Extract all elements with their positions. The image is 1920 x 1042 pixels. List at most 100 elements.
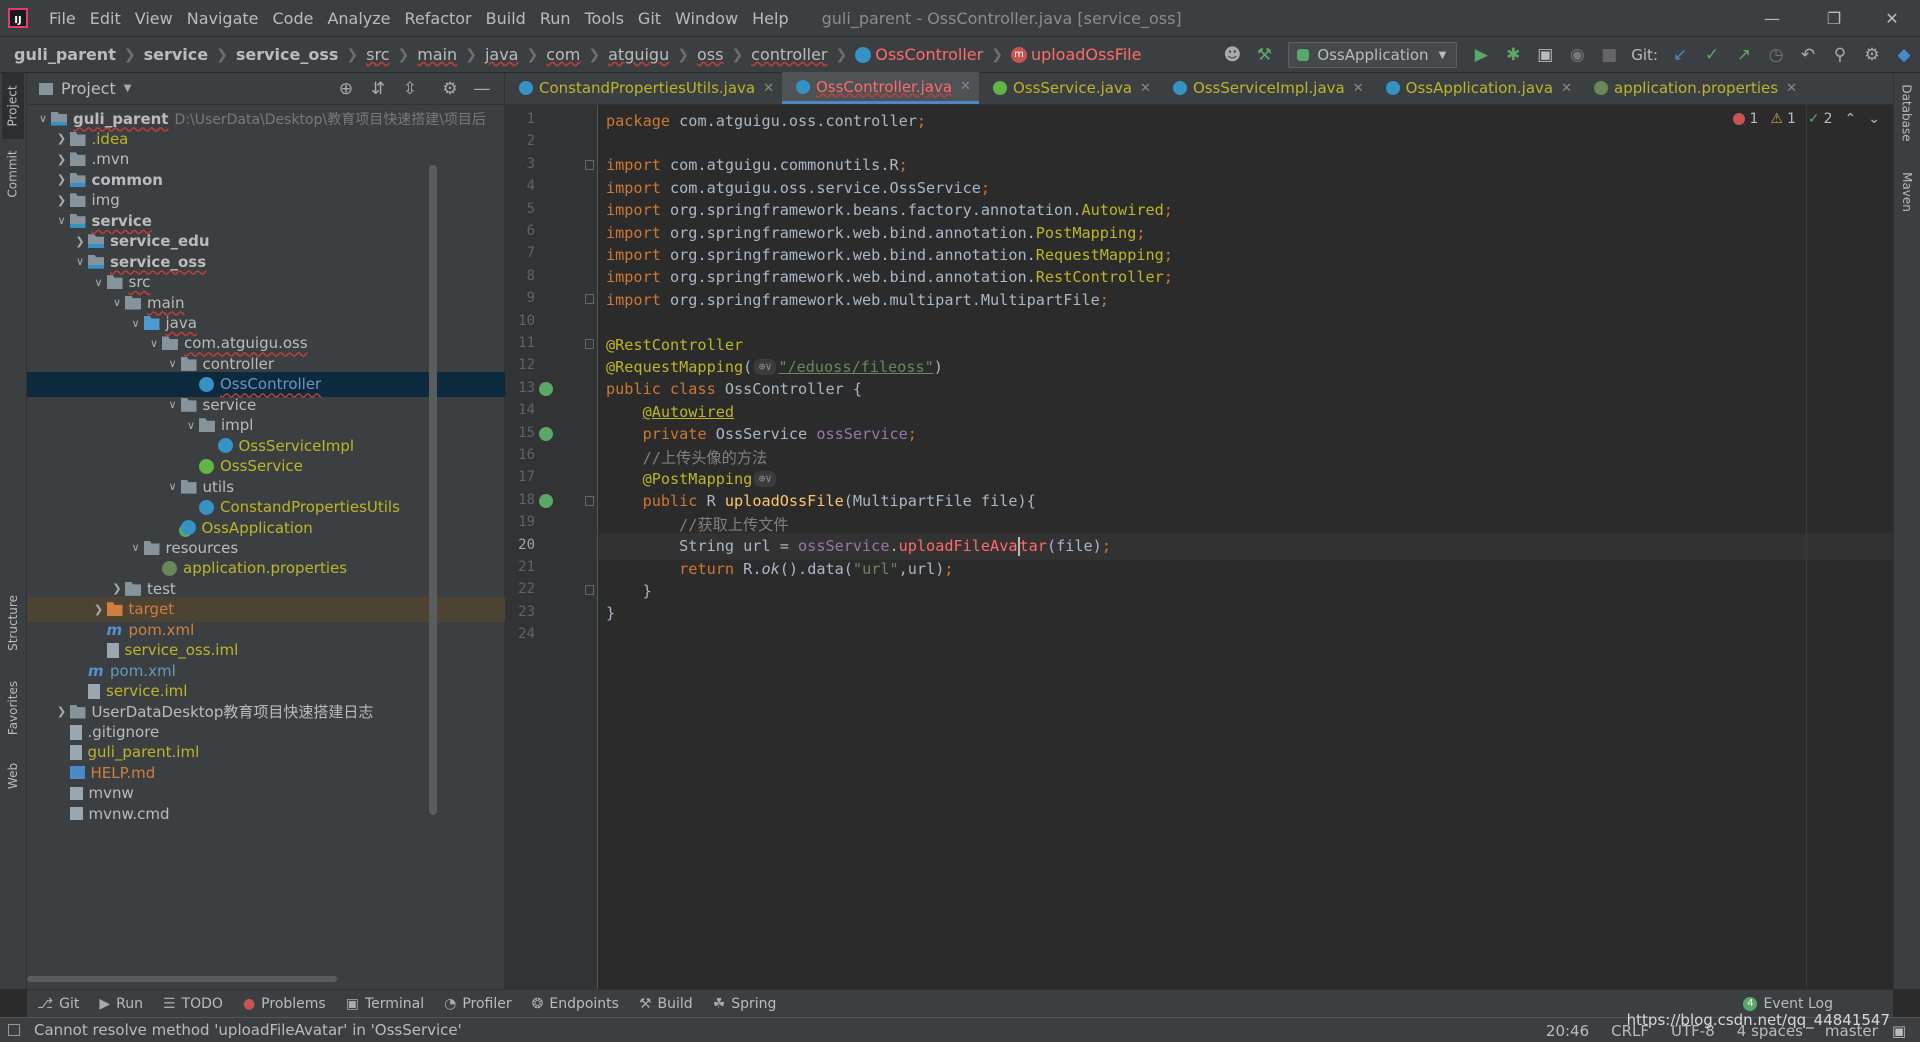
- chevron-right-icon[interactable]: ❯: [91, 603, 107, 616]
- url-inlay-hint-icon[interactable]: ⊕∨: [754, 358, 777, 375]
- previous-highlight-icon[interactable]: ⌃: [1845, 111, 1857, 127]
- line-number[interactable]: 16: [505, 447, 535, 463]
- tree-scrollbar[interactable]: [429, 165, 437, 815]
- error-count[interactable]: 1: [1733, 111, 1758, 127]
- line-number[interactable]: 5: [505, 201, 535, 217]
- line-number[interactable]: 19: [505, 514, 535, 530]
- line-number[interactable]: 24: [505, 626, 535, 642]
- spring-bean-gutter-icon[interactable]: [539, 426, 553, 441]
- close-tab-icon[interactable]: ✕: [1140, 81, 1151, 96]
- restore-icon[interactable]: ❐: [1806, 0, 1862, 36]
- menu-item-window[interactable]: Window: [668, 9, 745, 28]
- chevron-right-icon[interactable]: ❯: [72, 235, 88, 248]
- line-number[interactable]: 10: [505, 313, 535, 329]
- next-highlight-icon[interactable]: ⌄: [1868, 111, 1880, 127]
- line-number[interactable]: 17: [505, 469, 535, 485]
- code-line[interactable]: import org.springframework.web.multipart…: [606, 286, 1109, 313]
- fold-marker-icon[interactable]: [585, 159, 594, 170]
- debug-icon[interactable]: ✱: [1499, 41, 1527, 69]
- line-number[interactable]: 4: [505, 178, 535, 194]
- fold-marker-icon[interactable]: [585, 294, 594, 305]
- menu-item-git[interactable]: Git: [631, 9, 668, 28]
- close-tab-icon[interactable]: ✕: [763, 81, 774, 96]
- line-number[interactable]: 21: [505, 559, 535, 575]
- code-line[interactable]: }: [606, 600, 615, 627]
- caret-position[interactable]: 20:46: [1546, 1022, 1589, 1040]
- run-icon[interactable]: ▶: [1467, 41, 1495, 69]
- line-number[interactable]: 6: [505, 223, 535, 239]
- breadcrumb-item[interactable]: service: [140, 45, 213, 64]
- tool-window-button-build[interactable]: ⚒ Build: [629, 996, 703, 1012]
- line-number[interactable]: 3: [505, 156, 535, 172]
- tool-window-button-profiler[interactable]: ◔ Profiler: [434, 996, 522, 1012]
- run-configuration-select[interactable]: OssApplication ▼: [1288, 42, 1458, 68]
- menu-item-edit[interactable]: Edit: [83, 9, 128, 28]
- menu-item-file[interactable]: File: [42, 9, 83, 28]
- chevron-down-icon[interactable]: ∨: [35, 112, 51, 125]
- search-icon[interactable]: ⚲: [1826, 41, 1854, 69]
- code-line[interactable]: return R. ok ().data("url" ,url);: [606, 555, 953, 582]
- gear-icon[interactable]: ⚙: [436, 75, 464, 103]
- breadcrumb-item[interactable]: oss: [693, 45, 727, 64]
- close-tab-icon[interactable]: ✕: [960, 79, 971, 94]
- stop-icon[interactable]: ■: [1595, 41, 1623, 69]
- tree-horizontal-scrollbar[interactable]: [27, 976, 337, 982]
- chevron-down-icon[interactable]: ∨: [72, 255, 88, 268]
- editor-tab[interactable]: ConstandPropertiesUtils.java ✕: [505, 72, 782, 104]
- url-inlay-hint-icon[interactable]: ⊕∨: [754, 470, 777, 487]
- locate-icon[interactable]: ⊕: [332, 75, 360, 103]
- code-line[interactable]: package com.atguigu.oss.controller;: [606, 107, 926, 134]
- maven-tool-tab[interactable]: Maven: [1896, 157, 1918, 227]
- editor-tab[interactable]: application.properties ✕: [1580, 72, 1805, 104]
- expand-all-icon[interactable]: ⇵: [364, 75, 392, 103]
- chevron-down-icon[interactable]: ∨: [54, 214, 70, 227]
- tool-window-button-run[interactable]: ▶ Run: [89, 996, 153, 1012]
- rollback-icon[interactable]: ↶: [1794, 41, 1822, 69]
- menu-item-navigate[interactable]: Navigate: [180, 9, 266, 28]
- structure-tool-tab[interactable]: Structure: [2, 583, 24, 663]
- chevron-down-icon[interactable]: ∨: [165, 398, 181, 411]
- git-update-icon[interactable]: ↙: [1666, 41, 1694, 69]
- chevron-down-icon[interactable]: ▼: [124, 83, 132, 94]
- web-tool-tab[interactable]: Web: [2, 751, 24, 801]
- toolbox-icon[interactable]: ◆: [1890, 41, 1918, 69]
- breadcrumb-item[interactable]: controller: [747, 45, 831, 64]
- lock-icon[interactable]: ▣: [1892, 1022, 1906, 1040]
- line-number[interactable]: 22: [505, 581, 535, 597]
- history-icon[interactable]: ◷: [1762, 41, 1790, 69]
- code-editor[interactable]: package com.atguigu.oss.controller; impor…: [599, 105, 1893, 989]
- breadcrumb-item[interactable]: atguigu: [604, 45, 673, 64]
- menu-item-analyze[interactable]: Analyze: [320, 9, 397, 28]
- line-number[interactable]: 1: [505, 111, 535, 127]
- event-log-button[interactable]: 4 Event Log: [1743, 996, 1833, 1012]
- fold-marker-icon[interactable]: [585, 495, 594, 506]
- tool-window-button-terminal[interactable]: ▣ Terminal: [336, 996, 434, 1012]
- line-number[interactable]: 14: [505, 402, 535, 418]
- build-hammer-icon[interactable]: ⚒: [1250, 41, 1278, 69]
- breadcrumb-item[interactable]: m uploadOssFile: [1007, 45, 1146, 64]
- ok-count[interactable]: ✓ 2: [1808, 111, 1833, 127]
- tool-window-button-git[interactable]: ⎇ Git: [27, 996, 89, 1012]
- chevron-down-icon[interactable]: ∨: [165, 480, 181, 493]
- line-number[interactable]: 7: [505, 245, 535, 261]
- favorites-tool-tab[interactable]: Favorites: [2, 673, 24, 743]
- spring-bean-gutter-icon[interactable]: [539, 381, 553, 396]
- menu-item-tools[interactable]: Tools: [578, 9, 631, 28]
- chevron-down-icon[interactable]: ∨: [146, 337, 162, 350]
- chevron-down-icon[interactable]: ∨: [128, 541, 144, 554]
- breadcrumb-item[interactable]: java: [481, 45, 523, 64]
- chevron-right-icon[interactable]: ❯: [54, 194, 70, 207]
- fold-marker-icon[interactable]: [585, 585, 594, 596]
- chevron-right-icon[interactable]: ❯: [54, 705, 70, 718]
- menu-item-run[interactable]: Run: [533, 9, 578, 28]
- chevron-right-icon[interactable]: ❯: [54, 153, 70, 166]
- breadcrumb-item[interactable]: guli_parent: [10, 45, 120, 64]
- spring-bean-gutter-icon[interactable]: [539, 493, 553, 508]
- tool-window-button-todo[interactable]: ☰ TODO: [153, 996, 233, 1012]
- inspection-widget[interactable]: 1 ⚠ 1 ✓ 2 ⌃ ⌄: [1721, 111, 1880, 127]
- line-number[interactable]: 11: [505, 335, 535, 351]
- project-header-title[interactable]: Project: [61, 79, 116, 98]
- chevron-down-icon[interactable]: ∨: [109, 296, 125, 309]
- close-tab-icon[interactable]: ✕: [1786, 81, 1797, 96]
- vcs-user-icon[interactable]: ☻: [1218, 41, 1246, 69]
